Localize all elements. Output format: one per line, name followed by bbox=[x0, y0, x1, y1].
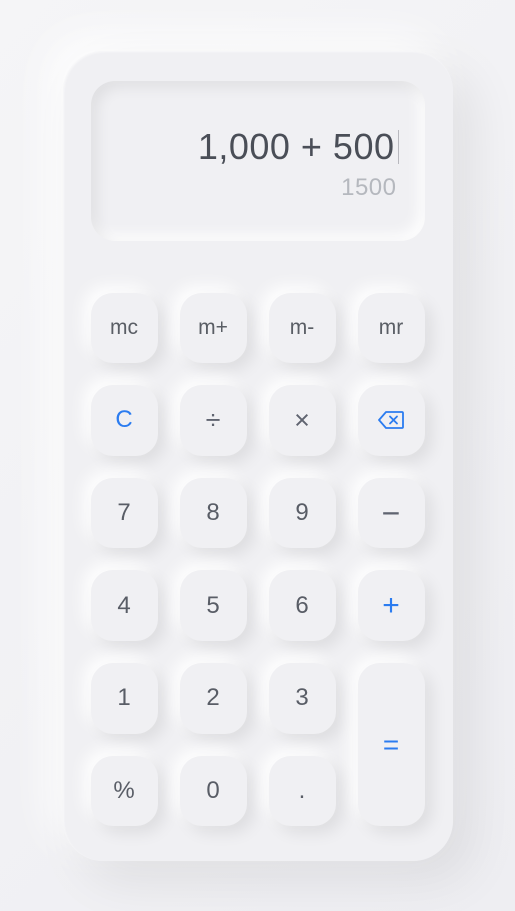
memory-clear-button[interactable]: mc bbox=[91, 293, 158, 364]
digit-8-button[interactable]: 8 bbox=[180, 478, 247, 549]
digit-1-button[interactable]: 1 bbox=[91, 663, 158, 734]
divide-button[interactable]: ÷ bbox=[180, 385, 247, 456]
digit-6-button[interactable]: 6 bbox=[269, 570, 336, 641]
decimal-button[interactable]: . bbox=[269, 756, 336, 827]
backspace-icon bbox=[378, 410, 404, 430]
equals-button[interactable]: = bbox=[358, 663, 425, 826]
calculator-body: 1,000 + 500 1500 mc m+ m- mr C ÷ × 7 8 9… bbox=[63, 51, 453, 861]
multiply-button[interactable]: × bbox=[269, 385, 336, 456]
display-panel: 1,000 + 500 1500 bbox=[91, 81, 425, 241]
memory-plus-button[interactable]: m+ bbox=[180, 293, 247, 364]
digit-5-button[interactable]: 5 bbox=[180, 570, 247, 641]
digit-2-button[interactable]: 2 bbox=[180, 663, 247, 734]
expression-text: 1,000 + 500 bbox=[198, 126, 397, 168]
digit-0-button[interactable]: 0 bbox=[180, 756, 247, 827]
memory-minus-button[interactable]: m- bbox=[269, 293, 336, 364]
result-text: 1500 bbox=[341, 174, 396, 202]
backspace-button[interactable] bbox=[358, 385, 425, 456]
percent-button[interactable]: % bbox=[91, 756, 158, 827]
plus-button[interactable]: + bbox=[358, 570, 425, 641]
minus-button[interactable]: − bbox=[358, 478, 425, 549]
digit-4-button[interactable]: 4 bbox=[91, 570, 158, 641]
keypad: mc m+ m- mr C ÷ × 7 8 9 − 4 5 6 + 1 2 3 … bbox=[91, 293, 425, 827]
digit-9-button[interactable]: 9 bbox=[269, 478, 336, 549]
clear-button[interactable]: C bbox=[91, 385, 158, 456]
digit-7-button[interactable]: 7 bbox=[91, 478, 158, 549]
digit-3-button[interactable]: 3 bbox=[269, 663, 336, 734]
memory-recall-button[interactable]: mr bbox=[358, 293, 425, 364]
